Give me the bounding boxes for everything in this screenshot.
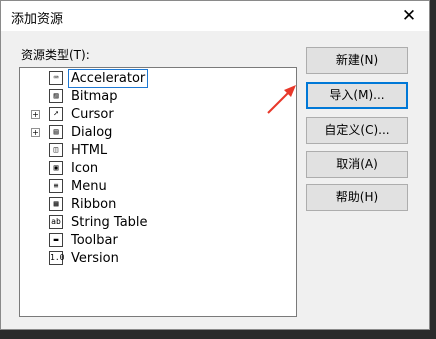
- tree-item-label: Dialog: [71, 125, 113, 140]
- dialog-title: 添加资源: [11, 12, 64, 27]
- cancel-button[interactable]: 取消(A): [306, 151, 408, 178]
- annotation-arrow-icon: [267, 85, 296, 114]
- tree-item-label: Ribbon: [71, 197, 117, 212]
- tree-item-cursor[interactable]: + ➚ Cursor: [20, 106, 296, 124]
- cursor-icon: ➚: [49, 107, 63, 121]
- resource-type-tree[interactable]: ⌨ Accelerator ▨ Bitmap + ➚ Cursor + ▤ Dialog ◫ HTML…: [19, 67, 297, 317]
- tree-item-label: Icon: [71, 161, 99, 176]
- tree-item-label: Accelerator: [68, 69, 149, 88]
- tree-item-accelerator[interactable]: ⌨ Accelerator: [20, 69, 296, 88]
- expand-icon[interactable]: +: [31, 128, 40, 137]
- tree-item-dialog[interactable]: + ▤ Dialog: [20, 124, 296, 142]
- html-icon: ◫: [49, 143, 63, 157]
- add-resource-dialog: 添加资源 ✕ 资源类型(T): ⌨ Accelerator ▨ Bitmap + ➚ Cur…: [0, 0, 430, 330]
- menu-icon: ≡: [49, 179, 63, 193]
- tree-item-menu[interactable]: ≡ Menu: [20, 178, 296, 196]
- tree-item-string-table[interactable]: ab String Table: [20, 214, 296, 232]
- custom-button[interactable]: 自定义(C)...: [306, 117, 408, 144]
- resource-type-label: 资源类型(T):: [21, 48, 90, 62]
- help-button[interactable]: 帮助(H): [306, 184, 408, 211]
- string-table-icon: ab: [49, 215, 63, 229]
- version-icon: 1.0: [49, 251, 64, 265]
- tree-item-toolbar[interactable]: ▬ Toolbar: [20, 232, 296, 250]
- tree-item-html[interactable]: ◫ HTML: [20, 142, 296, 160]
- import-button[interactable]: 导入(M)...: [306, 82, 408, 109]
- tree-item-ribbon[interactable]: ▦ Ribbon: [20, 196, 296, 214]
- tree-item-bitmap[interactable]: ▨ Bitmap: [20, 88, 296, 106]
- tree-item-label: HTML: [71, 143, 108, 158]
- accelerator-icon: ⌨: [49, 71, 63, 85]
- tree-item-label: Bitmap: [71, 89, 118, 104]
- tree-item-label: Version: [71, 251, 119, 266]
- toolbar-icon: ▬: [49, 233, 63, 247]
- new-button[interactable]: 新建(N): [306, 47, 408, 74]
- title-bar: 添加资源 ✕: [1, 1, 429, 31]
- ribbon-icon: ▦: [49, 197, 63, 211]
- expand-icon[interactable]: +: [31, 110, 40, 119]
- tree-item-label: Cursor: [71, 107, 114, 122]
- bitmap-icon: ▨: [49, 89, 63, 103]
- tree-item-label: Toolbar: [71, 233, 118, 248]
- tree-item-label: String Table: [71, 215, 148, 230]
- icon-icon: ▣: [49, 161, 63, 175]
- tree-item-icon[interactable]: ▣ Icon: [20, 160, 296, 178]
- dialog-icon: ▤: [49, 125, 63, 139]
- tree-item-label: Menu: [71, 179, 107, 194]
- close-icon[interactable]: ✕: [389, 1, 429, 31]
- tree-item-version[interactable]: 1.0 Version: [20, 250, 296, 268]
